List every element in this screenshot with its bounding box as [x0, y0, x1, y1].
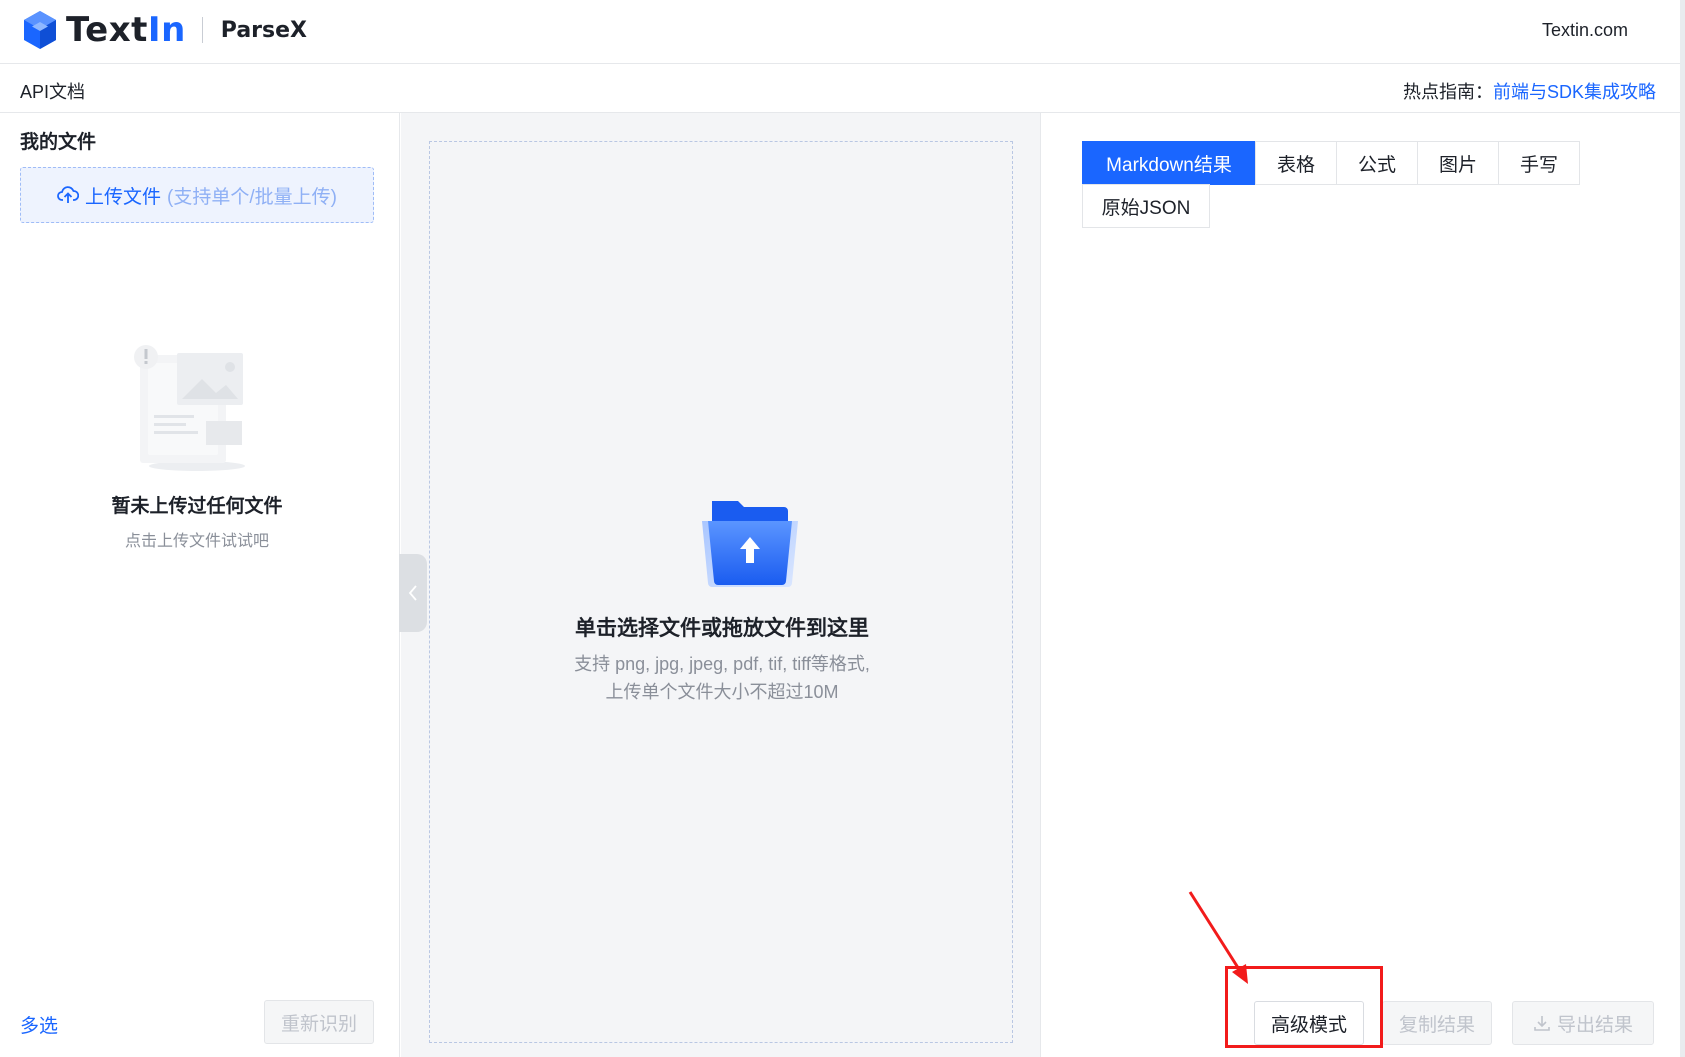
logo[interactable]: TextIn ParseX — [22, 10, 307, 50]
brand-name: TextIn — [66, 10, 186, 50]
file-list-panel: 我的文件 上传文件 (支持单个/批量上传) 暂未上传过任何文件 点击上传文件试试… — [0, 113, 400, 1057]
collapse-panel-handle[interactable] — [399, 554, 427, 632]
api-doc-link[interactable]: API文档 — [20, 78, 85, 104]
tab-raw-json[interactable]: 原始JSON — [1082, 184, 1210, 228]
tab-formula[interactable]: 公式 — [1336, 141, 1418, 185]
chevron-left-icon — [408, 585, 417, 601]
textin-logo-icon — [24, 11, 56, 49]
upload-hint: (支持单个/批量上传) — [167, 186, 337, 208]
dropzone-title: 单击选择文件或拖放文件到这里 — [575, 617, 869, 640]
logo-divider — [201, 17, 203, 43]
product-name: ParseX — [220, 17, 307, 43]
cloud-upload-icon — [57, 186, 80, 203]
dropzone-hint: 支持 png, jpg, jpeg, pdf, tif, tiff等格式, 上传… — [430, 650, 1014, 706]
secondary-bar: API文档 热点指南：前端与SDK集成攻略 — [0, 65, 1680, 113]
folder-upload-icon — [702, 501, 798, 587]
export-label: 导出结果 — [1556, 1014, 1633, 1036]
dropzone-hint-line2: 上传单个文件大小不超过10M — [605, 682, 839, 702]
multi-select-link[interactable]: 多选 — [20, 1011, 58, 1038]
upload-label: 上传文件 — [85, 186, 162, 208]
tab-markdown[interactable]: Markdown结果 — [1082, 141, 1256, 185]
copy-result-button[interactable]: 复制结果 — [1382, 1001, 1492, 1045]
empty-files-illustration — [134, 345, 245, 471]
file-dropzone[interactable]: 单击选择文件或拖放文件到这里 支持 png, jpg, jpeg, pdf, t… — [429, 141, 1013, 1043]
result-panel: Markdown结果 表格 公式 图片 手写 原始JSON 高级模式 复制结果 … — [1042, 113, 1680, 1057]
hot-guide-link[interactable]: 前端与SDK集成攻略 — [1493, 82, 1656, 102]
hot-guide-label: 热点指南： — [1402, 82, 1493, 102]
tab-handwriting[interactable]: 手写 — [1498, 141, 1580, 185]
empty-state-subtitle: 点击上传文件试试吧 — [124, 533, 269, 550]
reprocess-button[interactable]: 重新识别 — [264, 1000, 374, 1044]
dropzone-hint-line1: 支持 png, jpg, jpeg, pdf, tif, tiff等格式, — [574, 654, 870, 674]
preview-panel: 单击选择文件或拖放文件到这里 支持 png, jpg, jpeg, pdf, t… — [401, 113, 1041, 1057]
hot-guide: 热点指南：前端与SDK集成攻略 — [1403, 78, 1656, 104]
window-edge — [1680, 0, 1685, 1057]
tab-table[interactable]: 表格 — [1255, 141, 1337, 185]
export-result-button[interactable]: 导出结果 — [1512, 1001, 1654, 1045]
download-icon — [1534, 1016, 1550, 1031]
my-files-title: 我的文件 — [20, 132, 97, 153]
top-header: TextIn ParseX Textin.com — [0, 0, 1680, 64]
empty-state-title: 暂未上传过任何文件 — [111, 496, 283, 517]
site-link[interactable]: Textin.com — [1542, 20, 1628, 41]
upload-file-button[interactable]: 上传文件 (支持单个/批量上传) — [20, 167, 374, 223]
tab-image[interactable]: 图片 — [1417, 141, 1499, 185]
advanced-mode-button[interactable]: 高级模式 — [1254, 1001, 1364, 1045]
